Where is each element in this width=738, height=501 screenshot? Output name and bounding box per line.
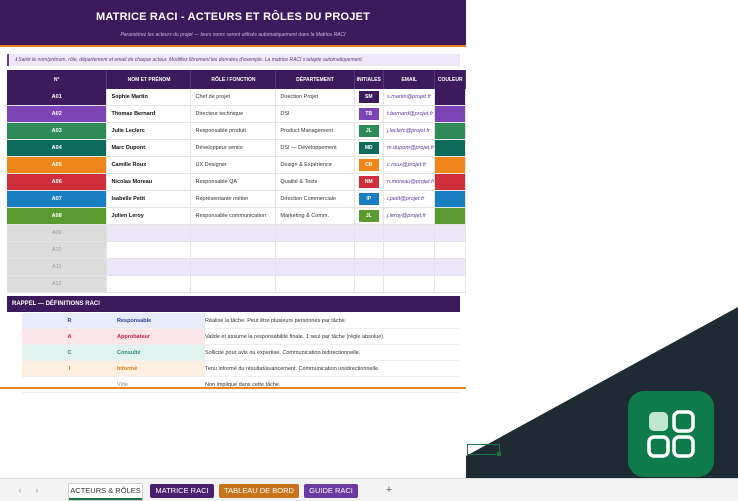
tab-tableau-de-bord[interactable]: TABLEAU DE BORD: [219, 484, 299, 498]
tab-matrice-raci[interactable]: MATRICE RACI: [150, 484, 214, 498]
selected-cell[interactable]: [467, 444, 500, 455]
tab-acteurs-roles[interactable]: ACTEURS & RÔLES: [69, 484, 142, 500]
grid-apps-icon: [628, 391, 714, 477]
chevron-left-icon[interactable]: ‹: [14, 484, 26, 496]
fill-handle[interactable]: [497, 452, 501, 456]
sheet-tab-bar: ‹ › ACTEURS & RÔLES MATRICE RACI TABLEAU…: [0, 478, 738, 501]
plus-icon[interactable]: +: [382, 482, 396, 498]
tab-guide-raci[interactable]: GUIDE RACI: [304, 484, 358, 498]
chevron-right-icon[interactable]: ›: [31, 484, 43, 496]
